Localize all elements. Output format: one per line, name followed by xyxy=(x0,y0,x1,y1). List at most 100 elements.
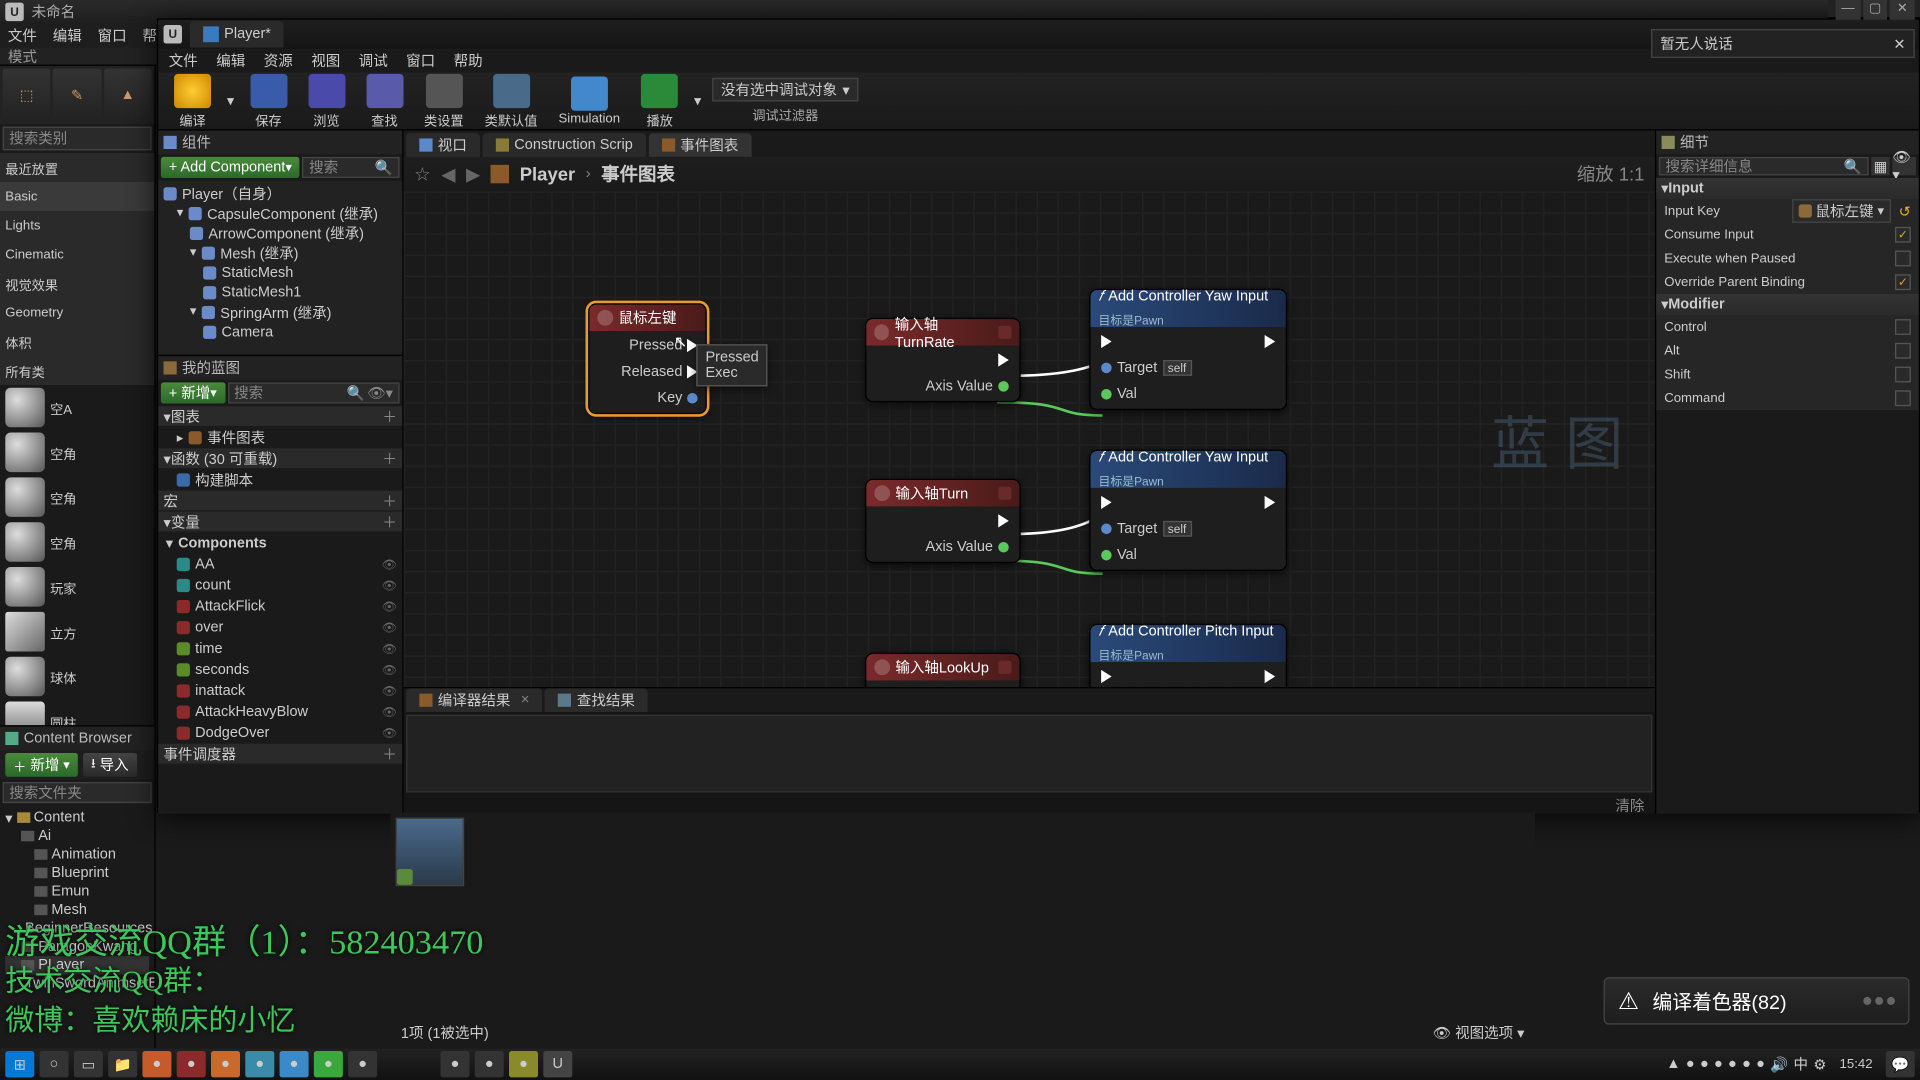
control-checkbox[interactable] xyxy=(1895,319,1911,335)
task-view-icon[interactable]: ▭ xyxy=(74,1051,103,1077)
pin-axis-value[interactable]: Axis Value xyxy=(926,538,1009,556)
app-icon[interactable]: ● xyxy=(440,1051,469,1077)
pin-exec-out[interactable] xyxy=(926,512,1009,530)
section-modifier[interactable]: ▾ Modifier xyxy=(1656,294,1918,315)
cb-search[interactable]: 搜索文件夹 xyxy=(3,782,152,803)
tray-icon[interactable]: ● xyxy=(1714,1056,1723,1072)
node-lookup[interactable]: 输入轴LookUp Axis Value xyxy=(865,653,1021,687)
pin-key[interactable]: Key xyxy=(621,389,698,407)
cb-asset-view[interactable]: 1项 (1被选中) 👁 视图选项 ▾ xyxy=(390,812,1535,1044)
node-add-yaw[interactable]: 𝑓Add Controller Yaw Input 目标是Pawn Target… xyxy=(1089,289,1287,410)
bp-file-tab[interactable]: Player* xyxy=(190,21,284,47)
cat-geometry[interactable]: Geometry xyxy=(0,298,154,327)
bp-menu-file[interactable]: 文件 xyxy=(169,50,198,71)
folder-root[interactable]: ▾Content xyxy=(5,808,149,826)
folder-item[interactable]: Blueprint xyxy=(5,864,149,882)
app-icon[interactable]: ● xyxy=(509,1051,538,1077)
alt-checkbox[interactable] xyxy=(1895,343,1911,359)
action-center-icon[interactable]: 💬 xyxy=(1886,1051,1915,1077)
add-variable-button[interactable]: ＋ xyxy=(382,511,397,532)
add-dispatcher-button[interactable]: ＋ xyxy=(382,743,397,764)
details-search[interactable]: 搜索详细信息🔍 xyxy=(1659,157,1869,175)
graph-canvas[interactable]: 鼠标左键 Pressed Released Key Pressed Exec xyxy=(404,191,1655,687)
shift-checkbox[interactable] xyxy=(1895,367,1911,383)
input-key-dropdown[interactable]: 鼠标左键 ▾ xyxy=(1792,199,1891,223)
asset-item[interactable]: 空角 xyxy=(0,475,154,520)
mybp-new-button[interactable]: + 新增 ▾ xyxy=(161,382,225,403)
mode-paint[interactable]: ✎ xyxy=(53,69,101,122)
breadcrumb-player[interactable]: Player xyxy=(520,164,575,185)
tray-icon[interactable]: ● xyxy=(1742,1056,1751,1072)
component-item[interactable]: ▾Mesh (继承) xyxy=(158,243,402,263)
folder-item[interactable]: Emun xyxy=(5,882,149,900)
pin-exec-out[interactable] xyxy=(1265,667,1276,685)
pin-target[interactable]: Targetself xyxy=(1101,520,1191,538)
mode-place[interactable]: ⬚ xyxy=(3,69,51,122)
breadcrumb-graph[interactable]: 事件图表 xyxy=(601,161,675,187)
cb-tab[interactable]: Content Browser xyxy=(0,727,154,751)
cb-import-button[interactable]: ⭳ 导入 xyxy=(83,753,136,777)
command-checkbox[interactable] xyxy=(1895,390,1911,406)
pin-val[interactable]: Val xyxy=(1101,546,1191,564)
browse-button[interactable]: 浏览 xyxy=(303,71,350,132)
event-graph-tab[interactable]: 事件图表 xyxy=(649,133,752,157)
cb-viewopts[interactable]: 👁 视图选项 ▾ xyxy=(1433,1022,1525,1043)
mybp-graphs-header[interactable]: ▾图表＋ xyxy=(158,406,402,427)
grid-icon[interactable]: ▦ xyxy=(1871,157,1889,175)
nav-forward[interactable]: ▶ xyxy=(466,163,480,185)
asset-item[interactable]: 空角 xyxy=(0,430,154,475)
app-icon[interactable]: ● xyxy=(280,1051,309,1077)
mybp-macros-header[interactable]: 宏＋ xyxy=(158,491,402,512)
cat-cinematic[interactable]: Cinematic xyxy=(0,240,154,269)
node-mouse-left[interactable]: 鼠标左键 Pressed Released Key xyxy=(588,303,707,414)
component-item[interactable]: StaticMesh xyxy=(158,262,402,282)
asset-item[interactable]: 玩家 xyxy=(0,564,154,609)
pin-exec-out[interactable] xyxy=(1265,332,1276,350)
node-add-yaw-2[interactable]: 𝑓Add Controller Yaw Input 目标是Pawn Target… xyxy=(1089,450,1287,571)
reset-icon[interactable]: ↺ xyxy=(1899,202,1911,219)
pin-target[interactable]: Targetself xyxy=(1101,359,1191,377)
cortana-icon[interactable]: ○ xyxy=(40,1051,69,1077)
pin-exec-out[interactable] xyxy=(926,686,1009,687)
os-minimize[interactable]: — xyxy=(1836,0,1861,19)
component-item[interactable]: Camera xyxy=(158,322,402,342)
app-icon[interactable]: ● xyxy=(348,1051,377,1077)
component-item[interactable]: ▾CapsuleComponent (继承) xyxy=(158,203,402,223)
clear-log-button[interactable]: 清除 xyxy=(1615,799,1644,815)
nav-back[interactable]: ◀ xyxy=(441,163,455,185)
node-turnrate[interactable]: 输入轴TurnRate Axis Value xyxy=(865,318,1021,402)
find-results-tab[interactable]: 查找结果 xyxy=(545,688,648,712)
pin-exec-out[interactable] xyxy=(1265,493,1276,511)
pin-exec-in[interactable] xyxy=(1101,332,1191,350)
pin-exec-out[interactable] xyxy=(926,351,1009,369)
play-dropdown[interactable]: ▾ xyxy=(694,92,701,109)
var-item[interactable]: AttackFlick👁 xyxy=(158,596,402,617)
exec-paused-checkbox[interactable] xyxy=(1895,251,1911,267)
section-input[interactable]: ▾ Input xyxy=(1656,178,1918,199)
close-icon[interactable]: ✕ xyxy=(1893,35,1905,52)
construction-tab[interactable]: Construction Scrip xyxy=(483,133,646,157)
mybp-functions-header[interactable]: ▾函数 (30 可重载)＋ xyxy=(158,448,402,469)
pin-axis-value[interactable]: Axis Value xyxy=(926,377,1009,395)
folder-item[interactable]: Ai xyxy=(5,827,149,845)
var-item[interactable]: inattack👁 xyxy=(158,680,402,701)
cat-recent[interactable]: 最近放置 xyxy=(0,153,154,182)
bp-menu-view[interactable]: 视图 xyxy=(311,50,340,71)
compiler-results-tab[interactable]: 编译器结果× xyxy=(406,688,542,712)
menu-file[interactable]: 文件 xyxy=(8,25,37,46)
app-icon[interactable]: ● xyxy=(314,1051,343,1077)
mybp-tab[interactable]: 我的蓝图 xyxy=(158,356,402,380)
explorer-icon[interactable]: 📁 xyxy=(108,1051,137,1077)
class-defaults-button[interactable]: 类默认值 xyxy=(479,71,542,132)
bp-menu-edit[interactable]: 编辑 xyxy=(216,50,245,71)
compile-button[interactable]: 编译 xyxy=(169,71,216,132)
component-item[interactable]: ArrowComponent (继承) xyxy=(158,223,402,243)
os-close[interactable]: ✕ xyxy=(1890,0,1915,19)
mybp-dispatchers-header[interactable]: 事件调度器＋ xyxy=(158,744,402,765)
mybp-variables-header[interactable]: ▾变量＋ xyxy=(158,512,402,533)
construction-script-item[interactable]: 构建脚本 xyxy=(158,469,402,490)
var-item[interactable]: seconds👁 xyxy=(158,659,402,680)
os-maximize[interactable]: ▢ xyxy=(1863,0,1888,19)
favorite-icon[interactable]: ☆ xyxy=(414,163,431,185)
add-graph-button[interactable]: ＋ xyxy=(382,406,397,426)
